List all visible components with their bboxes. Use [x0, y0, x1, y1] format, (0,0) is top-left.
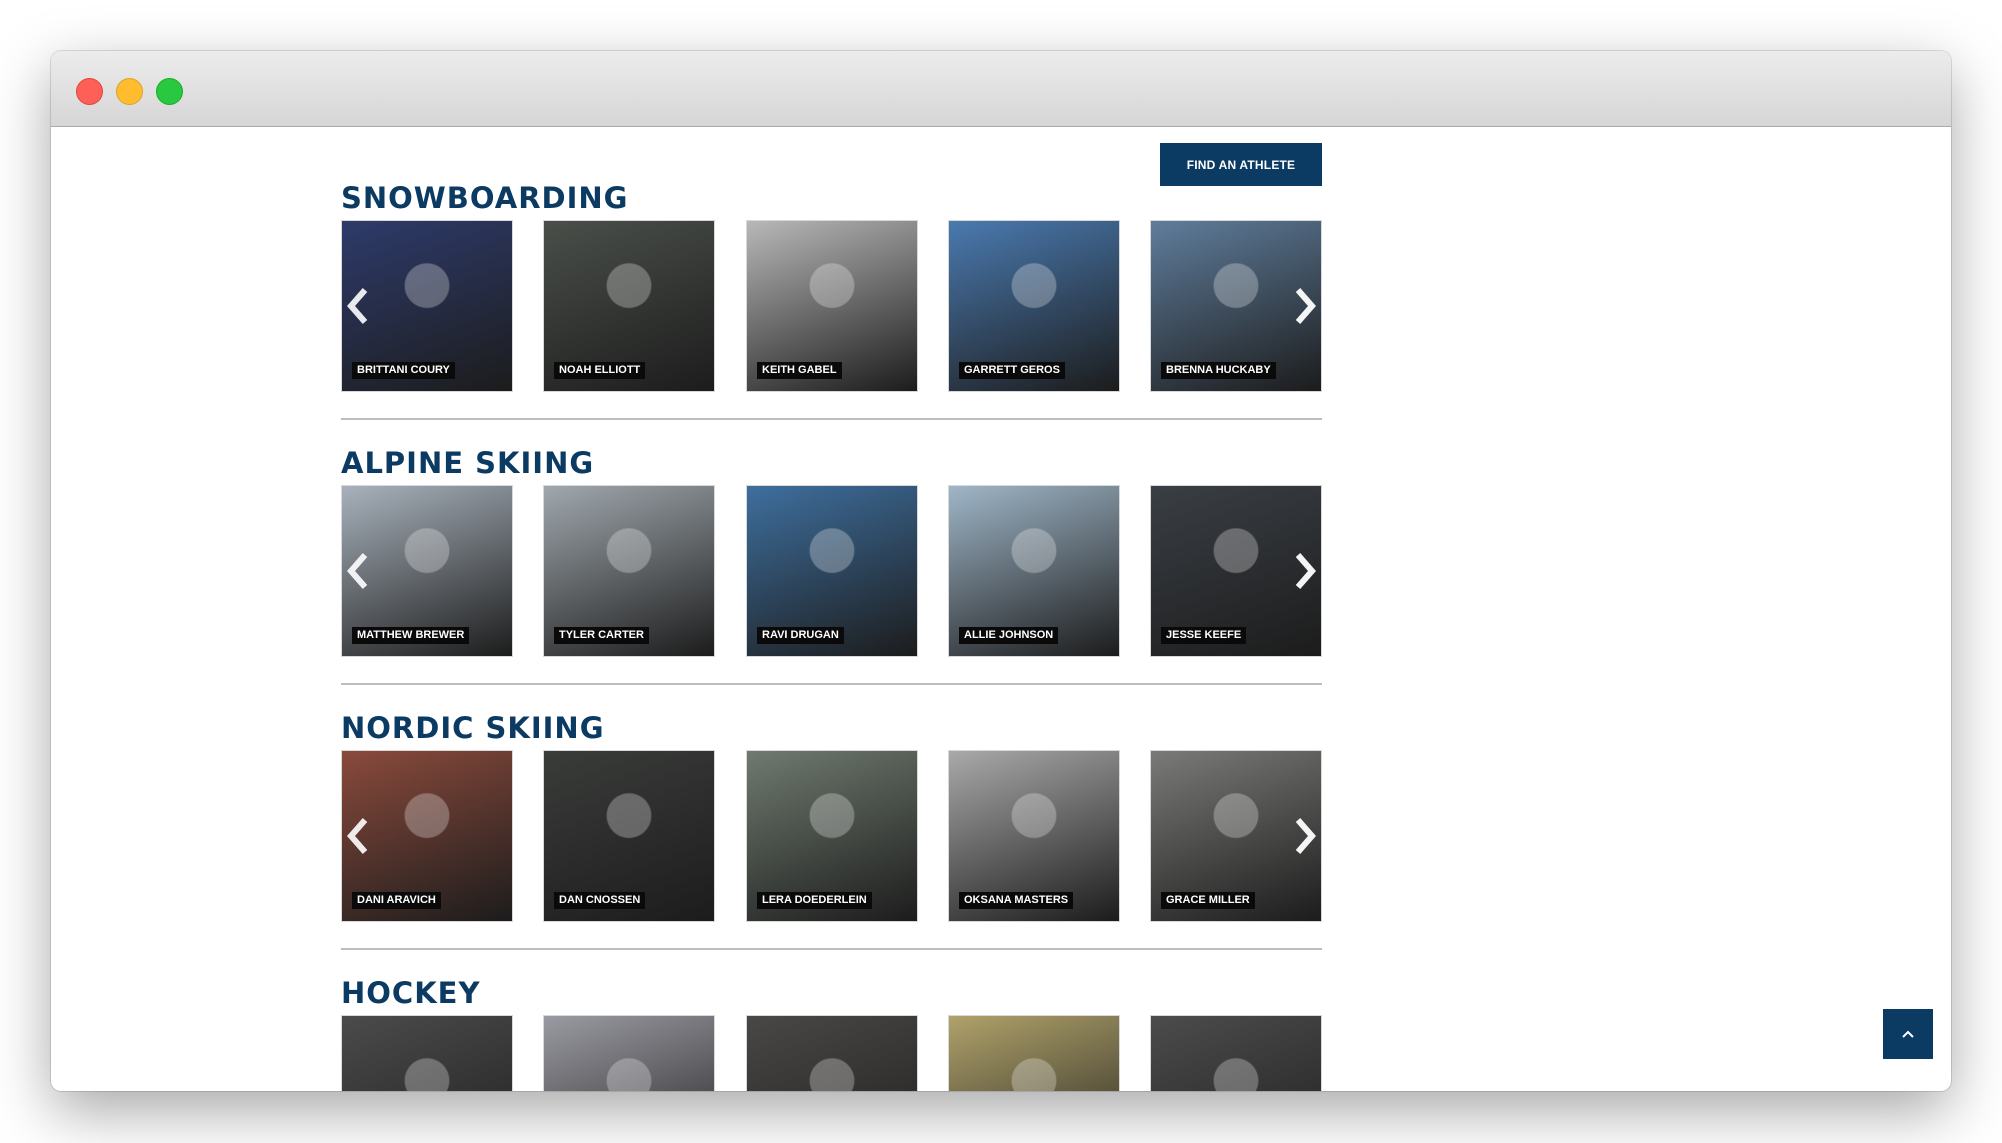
athlete-carousel — [341, 1015, 1322, 1091]
athlete-photo — [1151, 1016, 1321, 1091]
chevron-left-icon — [347, 288, 368, 324]
athlete-name-label: RAVI DRUGAN — [757, 627, 844, 644]
athlete-photo — [544, 1016, 714, 1091]
zoom-window-button[interactable] — [156, 78, 183, 105]
chevron-left-icon — [347, 553, 368, 589]
athlete-carousel: DANI ARAVICH DAN CNOSSEN LERA DOEDERLEIN OK… — [341, 750, 1322, 922]
athlete-name-label: TYLER CARTER — [554, 627, 649, 644]
find-an-athlete-button[interactable]: FIND AN ATHLETE — [1160, 143, 1322, 186]
athlete-name-label: BRITTANI COURY — [352, 362, 455, 379]
athlete-name-label: ALLIE JOHNSON — [959, 627, 1059, 644]
athlete-card[interactable]: RAVI DRUGAN — [746, 485, 918, 657]
athlete-carousel: BRITTANI COURY NOAH ELLIOTT KEITH GABEL GAR… — [341, 220, 1322, 392]
section-divider — [341, 418, 1322, 420]
section-title: ALPINE SKIING — [341, 446, 595, 480]
window-titlebar — [51, 51, 1951, 127]
athlete-card[interactable] — [543, 1015, 715, 1091]
back-to-top-button[interactable] — [1883, 1009, 1933, 1059]
section-title: NORDIC SKIING — [341, 711, 605, 745]
browser-window: FIND AN ATHLETE SNOWBOARDING BRITTANI COU… — [51, 51, 1951, 1091]
minimize-window-button[interactable] — [116, 78, 143, 105]
athlete-name-label: BRENNA HUCKABY — [1161, 362, 1276, 379]
section-divider — [341, 948, 1322, 950]
athlete-name-label: DANI ARAVICH — [352, 892, 441, 909]
chevron-right-icon — [1295, 288, 1316, 324]
athlete-card[interactable]: OKSANA MASTERS — [948, 750, 1120, 922]
athlete-card[interactable] — [948, 1015, 1120, 1091]
athlete-name-label: NOAH ELLIOTT — [554, 362, 646, 379]
page-content: FIND AN ATHLETE SNOWBOARDING BRITTANI COU… — [51, 127, 1951, 1091]
chevron-right-icon — [1295, 818, 1316, 854]
carousel-next-button[interactable] — [1290, 547, 1320, 595]
athlete-photo — [747, 1016, 917, 1091]
chevron-right-icon — [1295, 553, 1316, 589]
athlete-card[interactable] — [341, 1015, 513, 1091]
athlete-carousel: MATTHEW BREWER TYLER CARTER RAVI DRUGAN ALL… — [341, 485, 1322, 657]
athlete-card[interactable]: ALLIE JOHNSON — [948, 485, 1120, 657]
athlete-name-label: DAN CNOSSEN — [554, 892, 646, 909]
athlete-card[interactable]: TYLER CARTER — [543, 485, 715, 657]
athlete-card[interactable] — [1150, 1015, 1322, 1091]
athlete-card[interactable]: NOAH ELLIOTT — [543, 220, 715, 392]
athlete-photo — [949, 1016, 1119, 1091]
athlete-name-label: LERA DOEDERLEIN — [757, 892, 872, 909]
carousel-prev-button[interactable] — [343, 547, 373, 595]
chevron-left-icon — [347, 818, 368, 854]
carousel-next-button[interactable] — [1290, 282, 1320, 330]
section-title: HOCKEY — [341, 976, 481, 1010]
athlete-name-label: GRACE MILLER — [1161, 892, 1255, 909]
chevron-up-icon — [1902, 1030, 1914, 1038]
athlete-card[interactable]: KEITH GABEL — [746, 220, 918, 392]
section-divider — [341, 683, 1322, 685]
carousel-next-button[interactable] — [1290, 812, 1320, 860]
athlete-name-label: KEITH GABEL — [757, 362, 842, 379]
athlete-name-label: JESSE KEEFE — [1161, 627, 1247, 644]
athlete-card[interactable] — [746, 1015, 918, 1091]
athlete-name-label: GARRETT GEROS — [959, 362, 1065, 379]
athlete-name-label: OKSANA MASTERS — [959, 892, 1074, 909]
athlete-card[interactable]: DAN CNOSSEN — [543, 750, 715, 922]
athlete-card[interactable]: GARRETT GEROS — [948, 220, 1120, 392]
carousel-prev-button[interactable] — [343, 282, 373, 330]
carousel-prev-button[interactable] — [343, 812, 373, 860]
athlete-card[interactable]: LERA DOEDERLEIN — [746, 750, 918, 922]
close-window-button[interactable] — [76, 78, 103, 105]
athlete-name-label: MATTHEW BREWER — [352, 627, 470, 644]
athlete-photo — [342, 1016, 512, 1091]
section-title: SNOWBOARDING — [341, 181, 629, 215]
